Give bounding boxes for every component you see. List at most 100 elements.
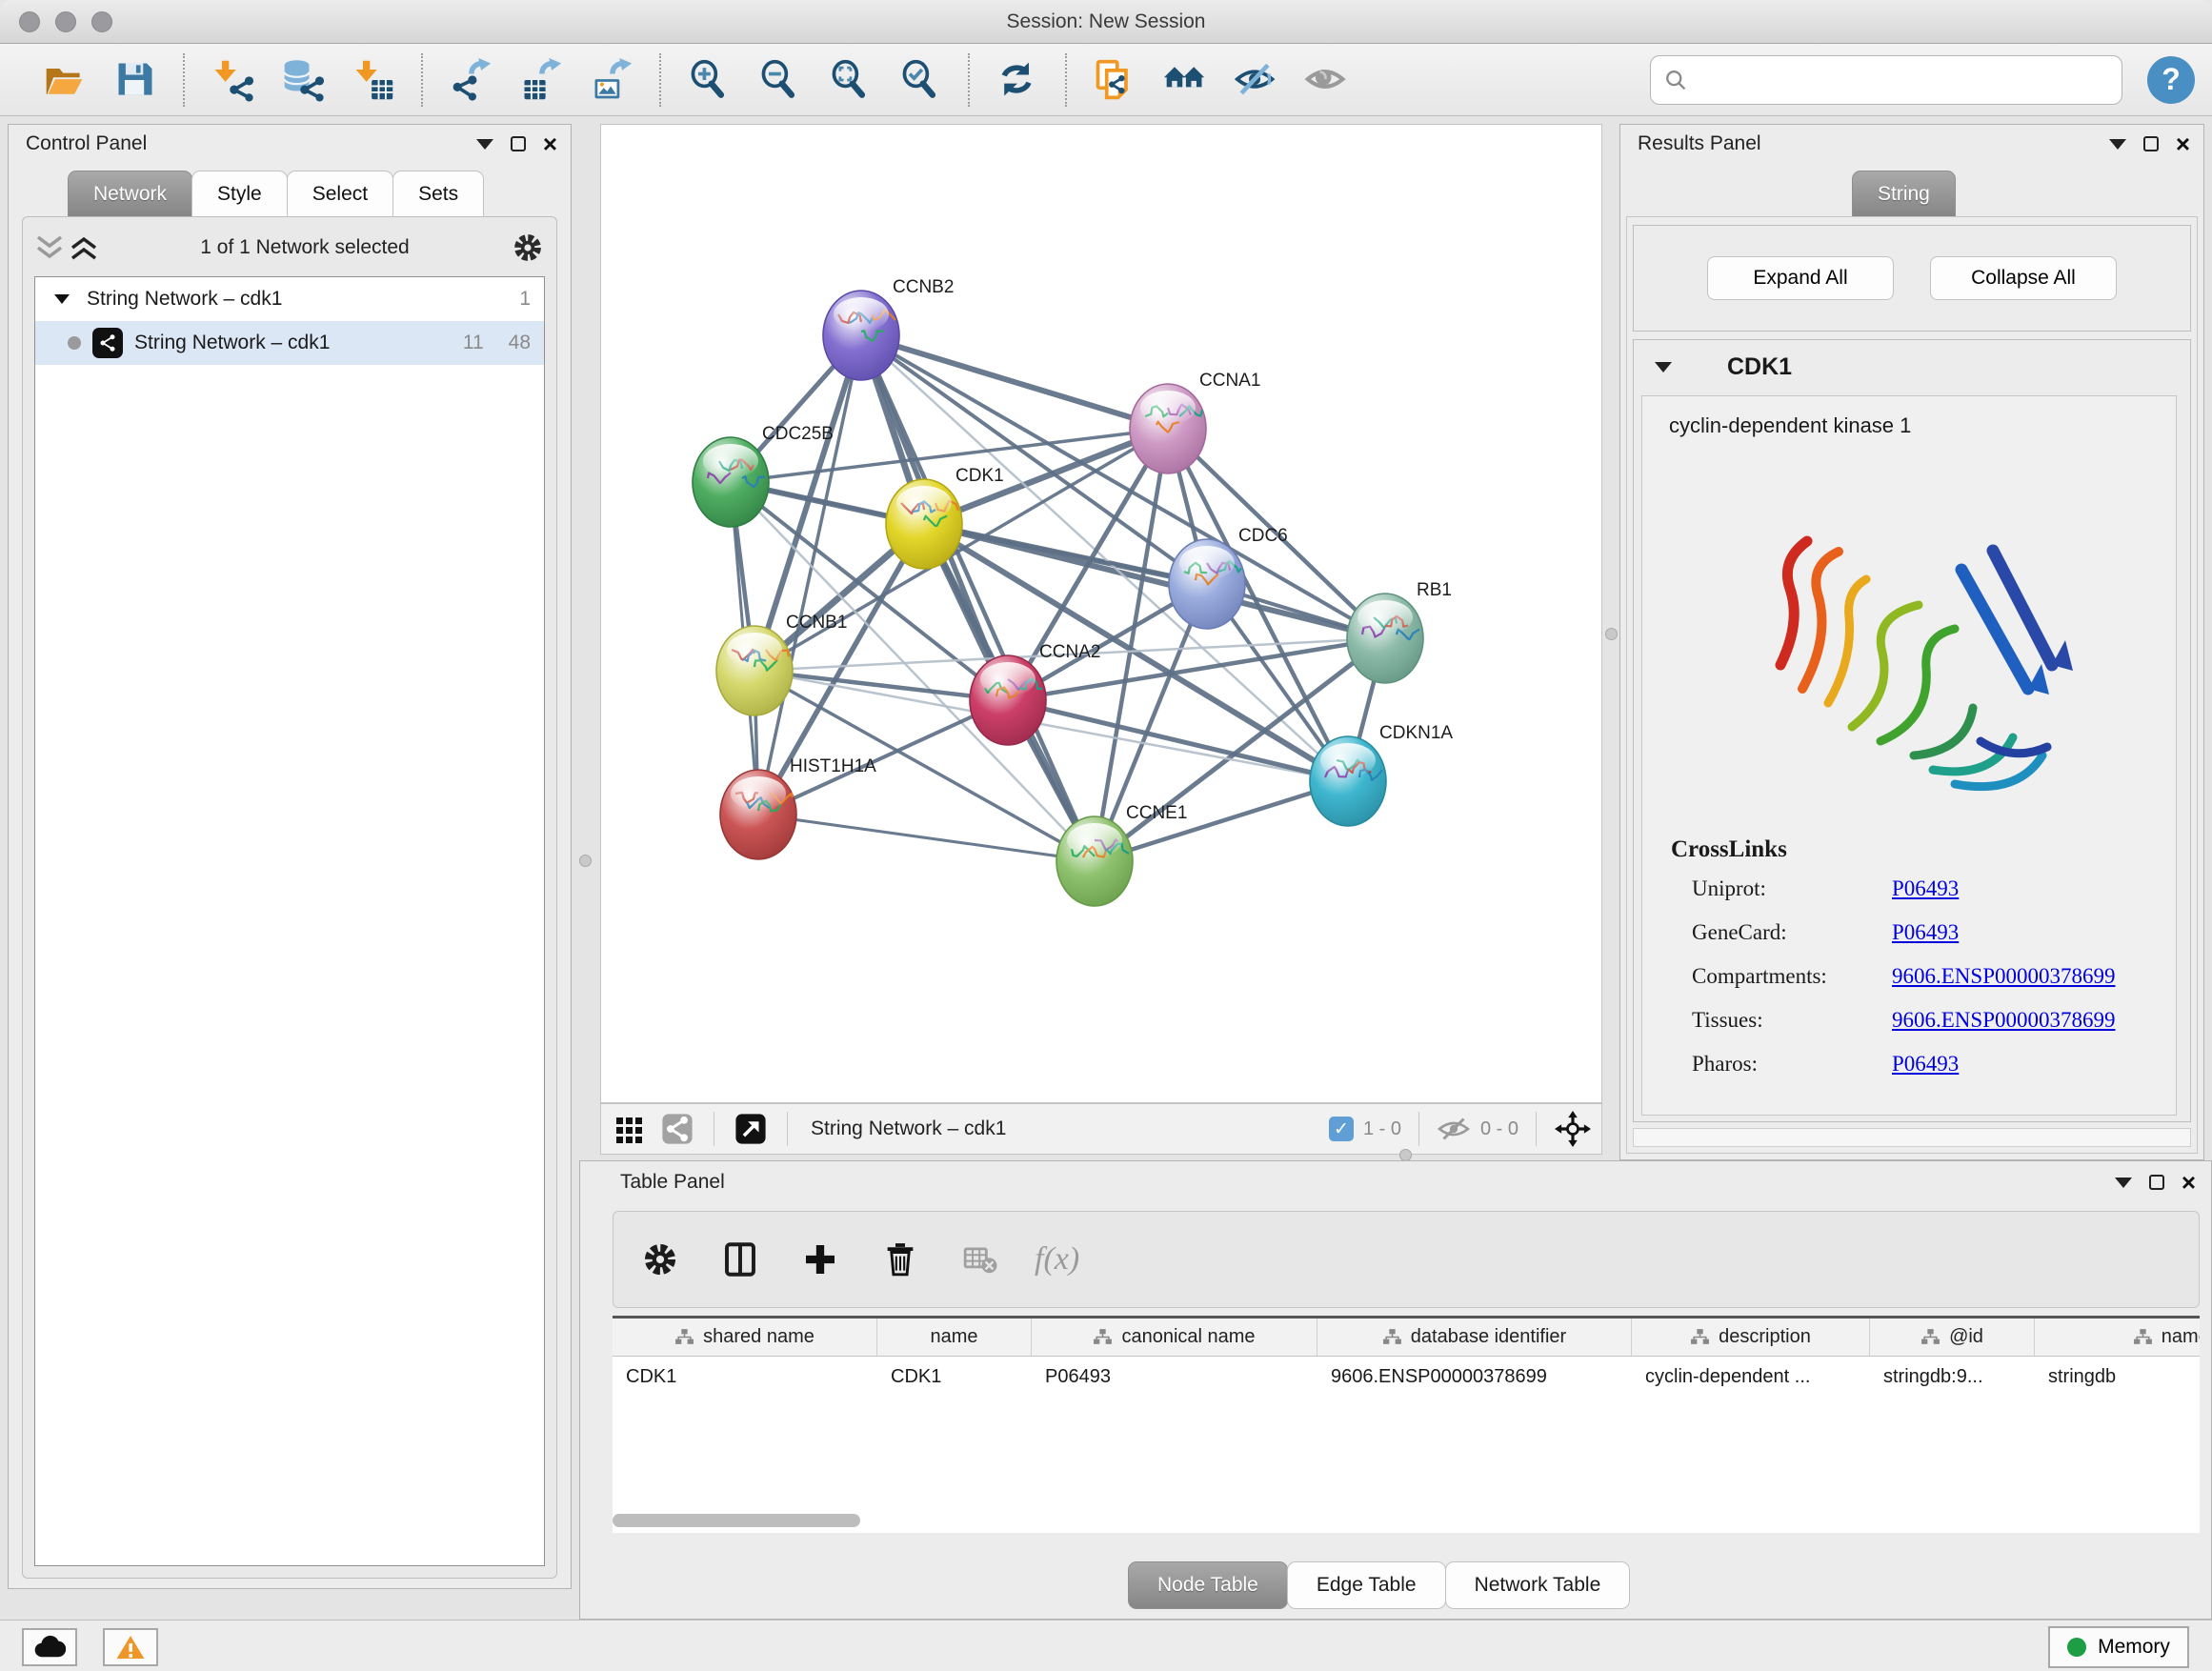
help-button[interactable]: ? — [2147, 56, 2195, 104]
node-CDK1[interactable]: CDK1 — [886, 466, 1004, 569]
search-input[interactable] — [1695, 69, 2108, 91]
collapse-all-icon[interactable] — [32, 233, 67, 262]
duplicate-network-button[interactable] — [1088, 53, 1141, 107]
string-view-button[interactable] — [658, 1110, 696, 1148]
tab-select[interactable]: Select — [287, 171, 393, 216]
panel-close-icon[interactable]: × — [543, 136, 557, 151]
network-options-button[interactable] — [509, 229, 547, 267]
right-splitter-handle[interactable] — [1605, 628, 1618, 640]
network-collection-row[interactable]: String Network – cdk1 1 — [35, 277, 544, 321]
function-builder-button[interactable]: f(x) — [1035, 1234, 1079, 1285]
table-cell[interactable]: 9606.ENSP00000378699 — [1317, 1357, 1632, 1397]
panel-menu-icon[interactable] — [2115, 1178, 2132, 1188]
expand-all-icon[interactable] — [67, 233, 101, 262]
open-in-new-window-button[interactable] — [732, 1110, 770, 1148]
network-row[interactable]: String Network – cdk1 11 48 — [35, 321, 544, 365]
node-CDKN1A[interactable]: CDKN1A — [1310, 723, 1453, 826]
cloud-status-button[interactable] — [22, 1628, 77, 1666]
tab-style[interactable]: Style — [191, 171, 288, 216]
table-cell[interactable]: stringdb — [2035, 1357, 2200, 1397]
node-RB1[interactable]: RB1 — [1347, 580, 1452, 683]
edge-CCNB2-CCNA1[interactable] — [861, 335, 1168, 429]
home-networks-button[interactable] — [1158, 53, 1212, 107]
refresh-view-button[interactable] — [991, 53, 1044, 107]
table-options-button[interactable] — [634, 1234, 686, 1285]
export-table-button[interactable] — [514, 53, 568, 107]
zoom-in-button[interactable] — [682, 53, 735, 107]
tab-sets[interactable]: Sets — [392, 171, 484, 216]
zoom-selected-button[interactable] — [894, 53, 947, 107]
table-cell[interactable]: stringdb:9... — [1870, 1357, 2035, 1397]
tab-string[interactable]: String — [1852, 171, 1956, 216]
table-row[interactable]: CDK1CDK1P064939606.ENSP00000378699cyclin… — [613, 1357, 2200, 1397]
column-header-canonical-name[interactable]: canonical name — [1032, 1319, 1317, 1356]
show-columns-button[interactable] — [714, 1234, 766, 1285]
import-from-database-button[interactable] — [276, 53, 330, 107]
import-network-button[interactable] — [206, 53, 259, 107]
delete-column-button[interactable] — [875, 1234, 926, 1285]
zoom-fit-button[interactable] — [823, 53, 876, 107]
tab-node-table[interactable]: Node Table — [1128, 1561, 1288, 1609]
open-session-button[interactable] — [38, 53, 91, 107]
panel-close-icon[interactable]: × — [2176, 136, 2190, 151]
panel-close-icon[interactable]: × — [2182, 1175, 2196, 1190]
table-cell[interactable]: CDK1 — [613, 1357, 877, 1397]
warnings-button[interactable] — [103, 1628, 158, 1666]
table-horizontal-scrollbar[interactable] — [613, 1514, 860, 1527]
export-image-button[interactable] — [585, 53, 638, 107]
import-table-button[interactable] — [347, 53, 400, 107]
table-cell[interactable]: cyclin-dependent ... — [1632, 1357, 1870, 1397]
tab-edge-table[interactable]: Edge Table — [1287, 1561, 1446, 1609]
panel-menu-icon[interactable] — [2109, 139, 2126, 150]
node-CCNB1[interactable]: CCNB1 — [716, 613, 847, 715]
column-header-description[interactable]: description — [1632, 1319, 1870, 1356]
panel-float-icon[interactable] — [511, 136, 526, 151]
column-header-name[interactable]: name — [877, 1319, 1032, 1356]
memory-button[interactable]: Memory — [2048, 1626, 2189, 1668]
create-column-button[interactable] — [794, 1234, 846, 1285]
show-all-button[interactable] — [1299, 53, 1353, 107]
tab-network[interactable]: Network — [68, 171, 192, 216]
column-header-database-identifier[interactable]: database identifier — [1317, 1319, 1632, 1356]
left-splitter-handle[interactable] — [579, 855, 592, 867]
tree-expand-icon[interactable] — [54, 294, 70, 304]
panel-float-icon[interactable] — [2149, 1175, 2164, 1190]
node-HIST1H1A[interactable]: HIST1H1A — [720, 756, 876, 859]
node-CDC25B[interactable]: CDC25B — [693, 424, 834, 527]
zoom-out-button[interactable] — [753, 53, 806, 107]
edge-CCNB2-CCNE1[interactable] — [861, 335, 1095, 861]
minimize-window-button[interactable] — [55, 11, 76, 32]
table-cell[interactable]: P06493 — [1032, 1357, 1317, 1397]
node-CDC6[interactable]: CDC6 — [1169, 526, 1288, 629]
collapse-all-button[interactable]: Collapse All — [1930, 256, 2117, 300]
expand-all-button[interactable]: Expand All — [1707, 256, 1894, 300]
network-view[interactable]: CCNB2CCNA1CDC25BCDK1CDC6RB1CCNB1CCNA2CDK… — [600, 124, 1602, 1103]
hide-selected-button[interactable] — [1229, 53, 1282, 107]
birds-eye-view-button[interactable] — [611, 1110, 649, 1148]
section-collapse-icon[interactable] — [1655, 362, 1672, 372]
table-cell[interactable]: CDK1 — [877, 1357, 1032, 1397]
close-window-button[interactable] — [19, 11, 40, 32]
zoom-window-button[interactable] — [91, 11, 112, 32]
column-header-@id[interactable]: @id — [1870, 1319, 2035, 1356]
delete-table-button[interactable] — [955, 1234, 1006, 1285]
results-scrollbar[interactable] — [1633, 1128, 2191, 1147]
crosslink-genecard[interactable]: P06493 — [1892, 920, 1959, 945]
save-session-button[interactable] — [109, 53, 162, 107]
crosslink-uniprot[interactable]: P06493 — [1892, 876, 1959, 901]
tab-network-table[interactable]: Network Table — [1445, 1561, 1631, 1609]
crosslink-compartments[interactable]: 9606.ENSP00000378699 — [1892, 964, 2116, 989]
node-CCNB2[interactable]: CCNB2 — [823, 277, 954, 380]
panel-menu-icon[interactable] — [476, 139, 493, 150]
edge-HIST1H1A-CCNE1[interactable] — [758, 815, 1095, 861]
panel-float-icon[interactable] — [2143, 136, 2159, 151]
fit-content-button[interactable] — [1554, 1110, 1592, 1148]
export-network-button[interactable] — [444, 53, 497, 107]
selected-checkbox[interactable]: ✓ — [1329, 1117, 1354, 1141]
column-header-namespace[interactable]: namespace — [2035, 1319, 2200, 1356]
crosslink-tissues[interactable]: 9606.ENSP00000378699 — [1892, 1008, 2116, 1033]
crosslink-pharos[interactable]: P06493 — [1892, 1052, 1959, 1077]
column-header-shared-name[interactable]: shared name — [613, 1319, 877, 1356]
edge-CDK1-RB1[interactable] — [924, 524, 1385, 638]
node-CCNA1[interactable]: CCNA1 — [1130, 371, 1260, 473]
